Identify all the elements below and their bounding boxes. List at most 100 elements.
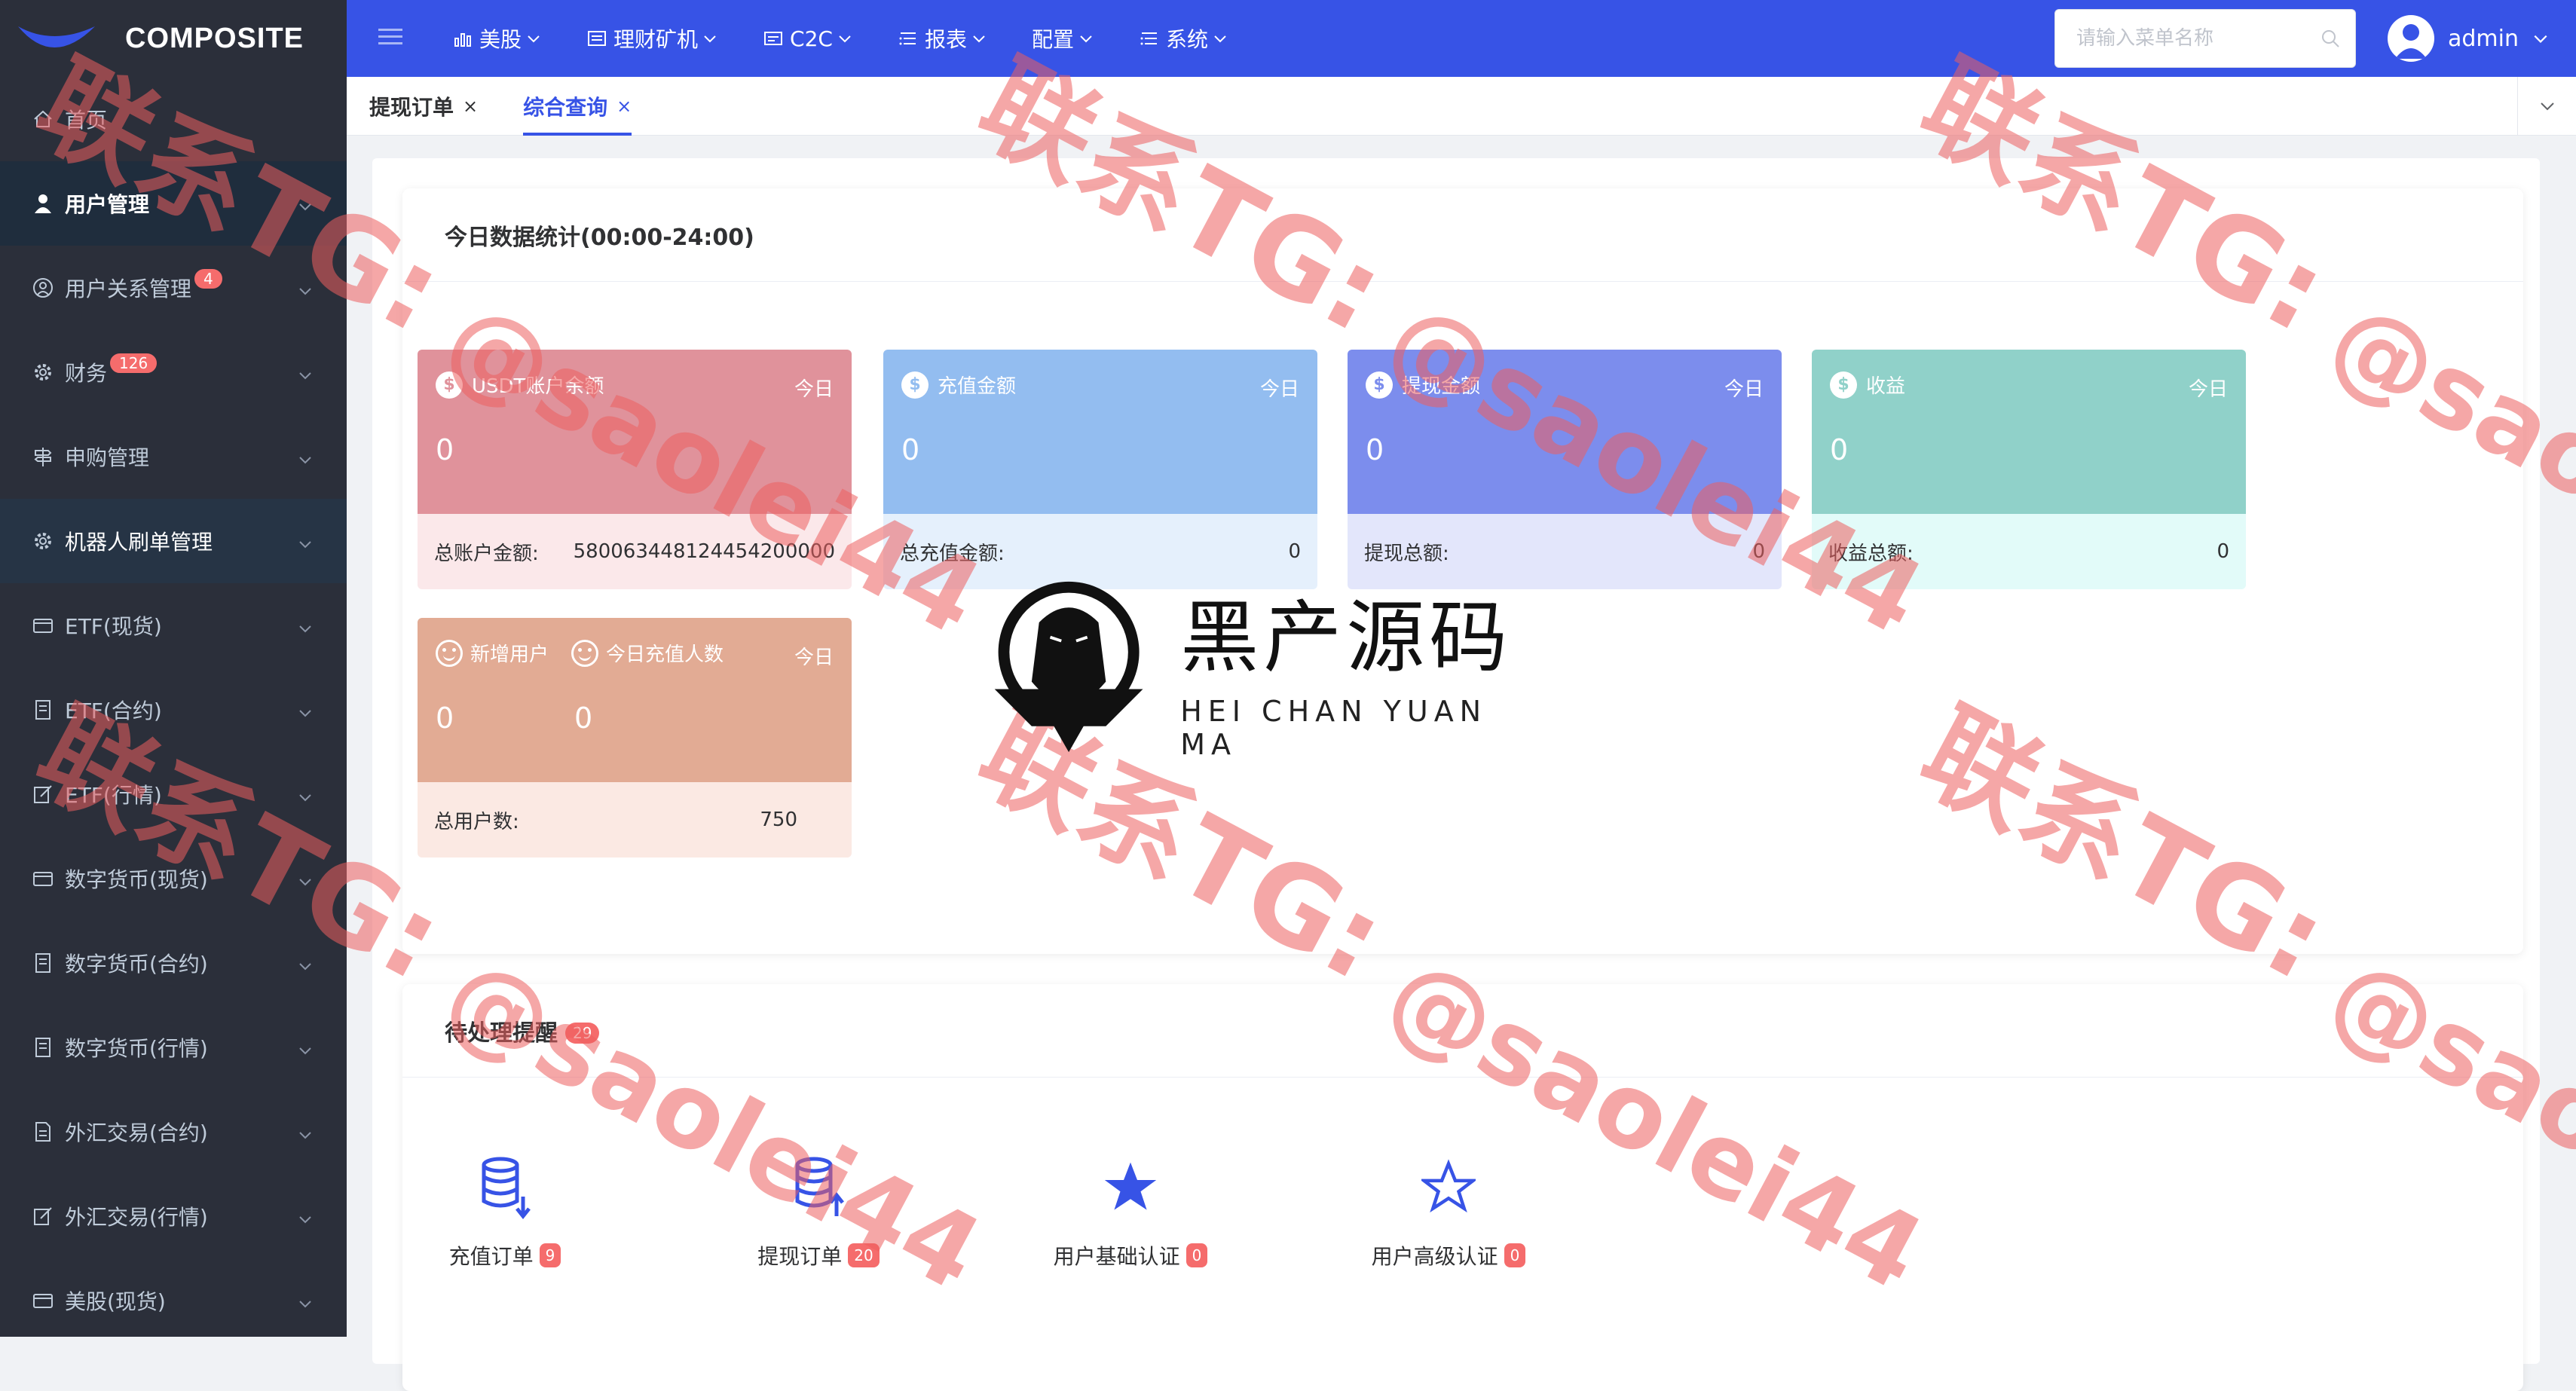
- stat-card-footer-label: 总充值金额:: [900, 542, 1005, 565]
- stat-card-title: $ 充值金额: [901, 371, 1299, 399]
- stat-card-title-text: 充值金额: [938, 375, 1017, 398]
- stat-card-top: $ 收益 今日 0: [1812, 350, 2246, 514]
- tab[interactable]: 综合查询 ×: [500, 77, 654, 136]
- stat-card-top: $ USDT账户余额 今日 0: [418, 350, 852, 514]
- dark-hero-logo-icon: [994, 581, 1143, 753]
- center-logo-cn: 黑产源码: [1180, 591, 1513, 683]
- sidebar-item-badge: 4: [193, 268, 224, 290]
- sidebar-item[interactable]: 用户关系管理 4: [0, 246, 347, 330]
- chevron-down-icon: [522, 31, 541, 46]
- dollar-coin-icon: $: [901, 371, 929, 399]
- stat-card: $ 收益 今日 0 收益总额: 0: [1812, 350, 2246, 589]
- star-filled-icon: [1103, 1153, 1158, 1221]
- total-users-value: 750: [760, 809, 797, 831]
- stat-card-title-text: USDT账户余额: [472, 375, 604, 398]
- today-stats-panel: 今日数据统计(00:00-24:00) $ USDT账户余额 今日 0 总账户金额: 58…: [402, 188, 2523, 954]
- logo-icon: [15, 16, 98, 61]
- today-label: 今日: [794, 647, 834, 669]
- stat-card-footer: 收益总额: 0: [1812, 514, 2246, 589]
- sidebar-item[interactable]: ETF(现货): [0, 583, 347, 668]
- sidebar-item[interactable]: 数字货币(现货): [0, 836, 347, 921]
- chevron-down-icon: [297, 786, 314, 802]
- sidebar-item[interactable]: 美股(现货): [0, 1258, 347, 1343]
- reminder-label: 充值订单: [448, 1244, 534, 1269]
- reminder-item[interactable]: 充值订单 9: [407, 1153, 603, 1270]
- chevron-down-icon: [2540, 102, 2554, 111]
- avatar[interactable]: [2388, 15, 2434, 62]
- sidebar-item[interactable]: 数字货币(合约): [0, 921, 347, 1005]
- stat-card-top: $ 充值金额 今日 0: [883, 350, 1317, 514]
- reminder-item[interactable]: 提现订单 20: [720, 1153, 916, 1270]
- top-nav-label: 系统: [1165, 27, 1208, 52]
- reminder-item[interactable]: 用户高级认证 0: [1351, 1153, 1547, 1270]
- close-icon[interactable]: ×: [463, 96, 478, 117]
- chevron-down-icon: [297, 870, 314, 887]
- user-circle-icon: [30, 275, 56, 301]
- logo-area[interactable]: COMPOSITE: [0, 0, 347, 77]
- sidebar-item-label: ETF(行情): [65, 783, 162, 808]
- top-bar: 美股 理财矿机 C2C 报表 配置 系统 admin: [347, 0, 2576, 77]
- sidebar-item[interactable]: 首页: [0, 77, 347, 161]
- smile-icon: [436, 639, 463, 667]
- hamburger-icon[interactable]: [377, 23, 407, 54]
- chevron-down-icon: [833, 31, 852, 46]
- sidebar-item[interactable]: ETF(行情): [0, 752, 347, 836]
- tabs-list: 提现订单 × 综合查询 ×: [347, 77, 654, 136]
- sidebar-item[interactable]: 财务 126: [0, 330, 347, 414]
- chevron-down-icon: [297, 1039, 314, 1056]
- username: admin: [2448, 25, 2519, 52]
- sidebar-item-badge: 126: [109, 352, 159, 374]
- chevron-down-icon: [297, 702, 314, 718]
- menu-search[interactable]: [2054, 9, 2356, 68]
- top-nav-item[interactable]: C2C: [763, 26, 852, 51]
- sidebar-item[interactable]: 申购管理: [0, 414, 347, 499]
- sidebar-item[interactable]: 外汇交易(行情): [0, 1174, 347, 1258]
- center-logo-overlay: 黑产源码 HEI CHAN YUAN MA: [980, 573, 1553, 761]
- top-nav-item[interactable]: 理财矿机: [586, 23, 717, 54]
- stat-card-title: $ USDT账户余额: [436, 371, 834, 399]
- top-nav-item[interactable]: 美股: [452, 23, 541, 54]
- close-icon[interactable]: ×: [616, 96, 632, 117]
- reminder-badge: 0: [1504, 1243, 1526, 1267]
- top-nav-item[interactable]: 报表: [898, 23, 987, 54]
- bar-chart-icon: [452, 28, 479, 49]
- reminder-item[interactable]: 用户基础认证 0: [1033, 1153, 1228, 1270]
- chevron-down-icon: [297, 533, 314, 549]
- top-nav: 美股 理财矿机 C2C 报表 配置 系统: [452, 23, 1273, 54]
- card-icon: [763, 28, 790, 49]
- sidebar-item[interactable]: 外汇交易(合约): [0, 1090, 347, 1174]
- reminder-label: 用户基础认证: [1053, 1244, 1180, 1269]
- reminder-label-row: 用户基础认证 0: [1054, 1240, 1208, 1270]
- menu-search-input[interactable]: [2076, 27, 2302, 50]
- stat-card: $ USDT账户余额 今日 0 总账户金额: 580063448124454200000: [418, 350, 852, 589]
- signpost-icon: [30, 444, 56, 469]
- tabs-dropdown[interactable]: [2517, 77, 2576, 136]
- user-menu[interactable]: admin: [2388, 15, 2549, 62]
- sidebar-item-label: 外汇交易(合约): [65, 1120, 208, 1145]
- sidebar-item[interactable]: 用户管理: [0, 161, 347, 246]
- edit-icon: [30, 1203, 56, 1229]
- reminder-badge: 20: [848, 1243, 880, 1267]
- tab[interactable]: 提现订单 ×: [347, 77, 500, 136]
- document-icon: [30, 950, 56, 976]
- stat-card-footer-label: 收益总额:: [1828, 542, 1914, 565]
- sidebar-item[interactable]: 机器人刷单管理: [0, 499, 347, 583]
- reminder-label: 提现订单: [757, 1244, 843, 1269]
- list-icon: [898, 28, 925, 49]
- sidebar-item-label: ETF(现货): [65, 614, 162, 639]
- tabs-bar: 提现订单 × 综合查询 ×: [347, 77, 2576, 136]
- today-label: 今日: [1724, 378, 1764, 401]
- sidebar-menu: 首页 用户管理 用户关系管理 4 财务 126 申购管理 机器人刷单管理 ETF(现货) ETF(…: [0, 77, 347, 1343]
- today-stats-title-text: 今日数据统计(00:00-24:00): [445, 224, 754, 251]
- logo-text: COMPOSITE: [125, 22, 304, 54]
- stat-card-value: 0: [1366, 433, 1384, 466]
- top-nav-item[interactable]: 配置: [1032, 23, 1094, 54]
- stat-card-footer-label: 总账户金额:: [434, 542, 539, 565]
- top-nav-item[interactable]: 系统: [1139, 23, 1228, 54]
- stat-card-title: $ 收益: [1830, 371, 2228, 399]
- sidebar-item-label: 财务: [65, 361, 108, 386]
- sidebar-item[interactable]: 数字货币(行情): [0, 1005, 347, 1090]
- sidebar-item[interactable]: ETF(合约): [0, 668, 347, 752]
- today-recharge-users-value: 0: [574, 702, 593, 735]
- chevron-down-icon: [2534, 35, 2547, 43]
